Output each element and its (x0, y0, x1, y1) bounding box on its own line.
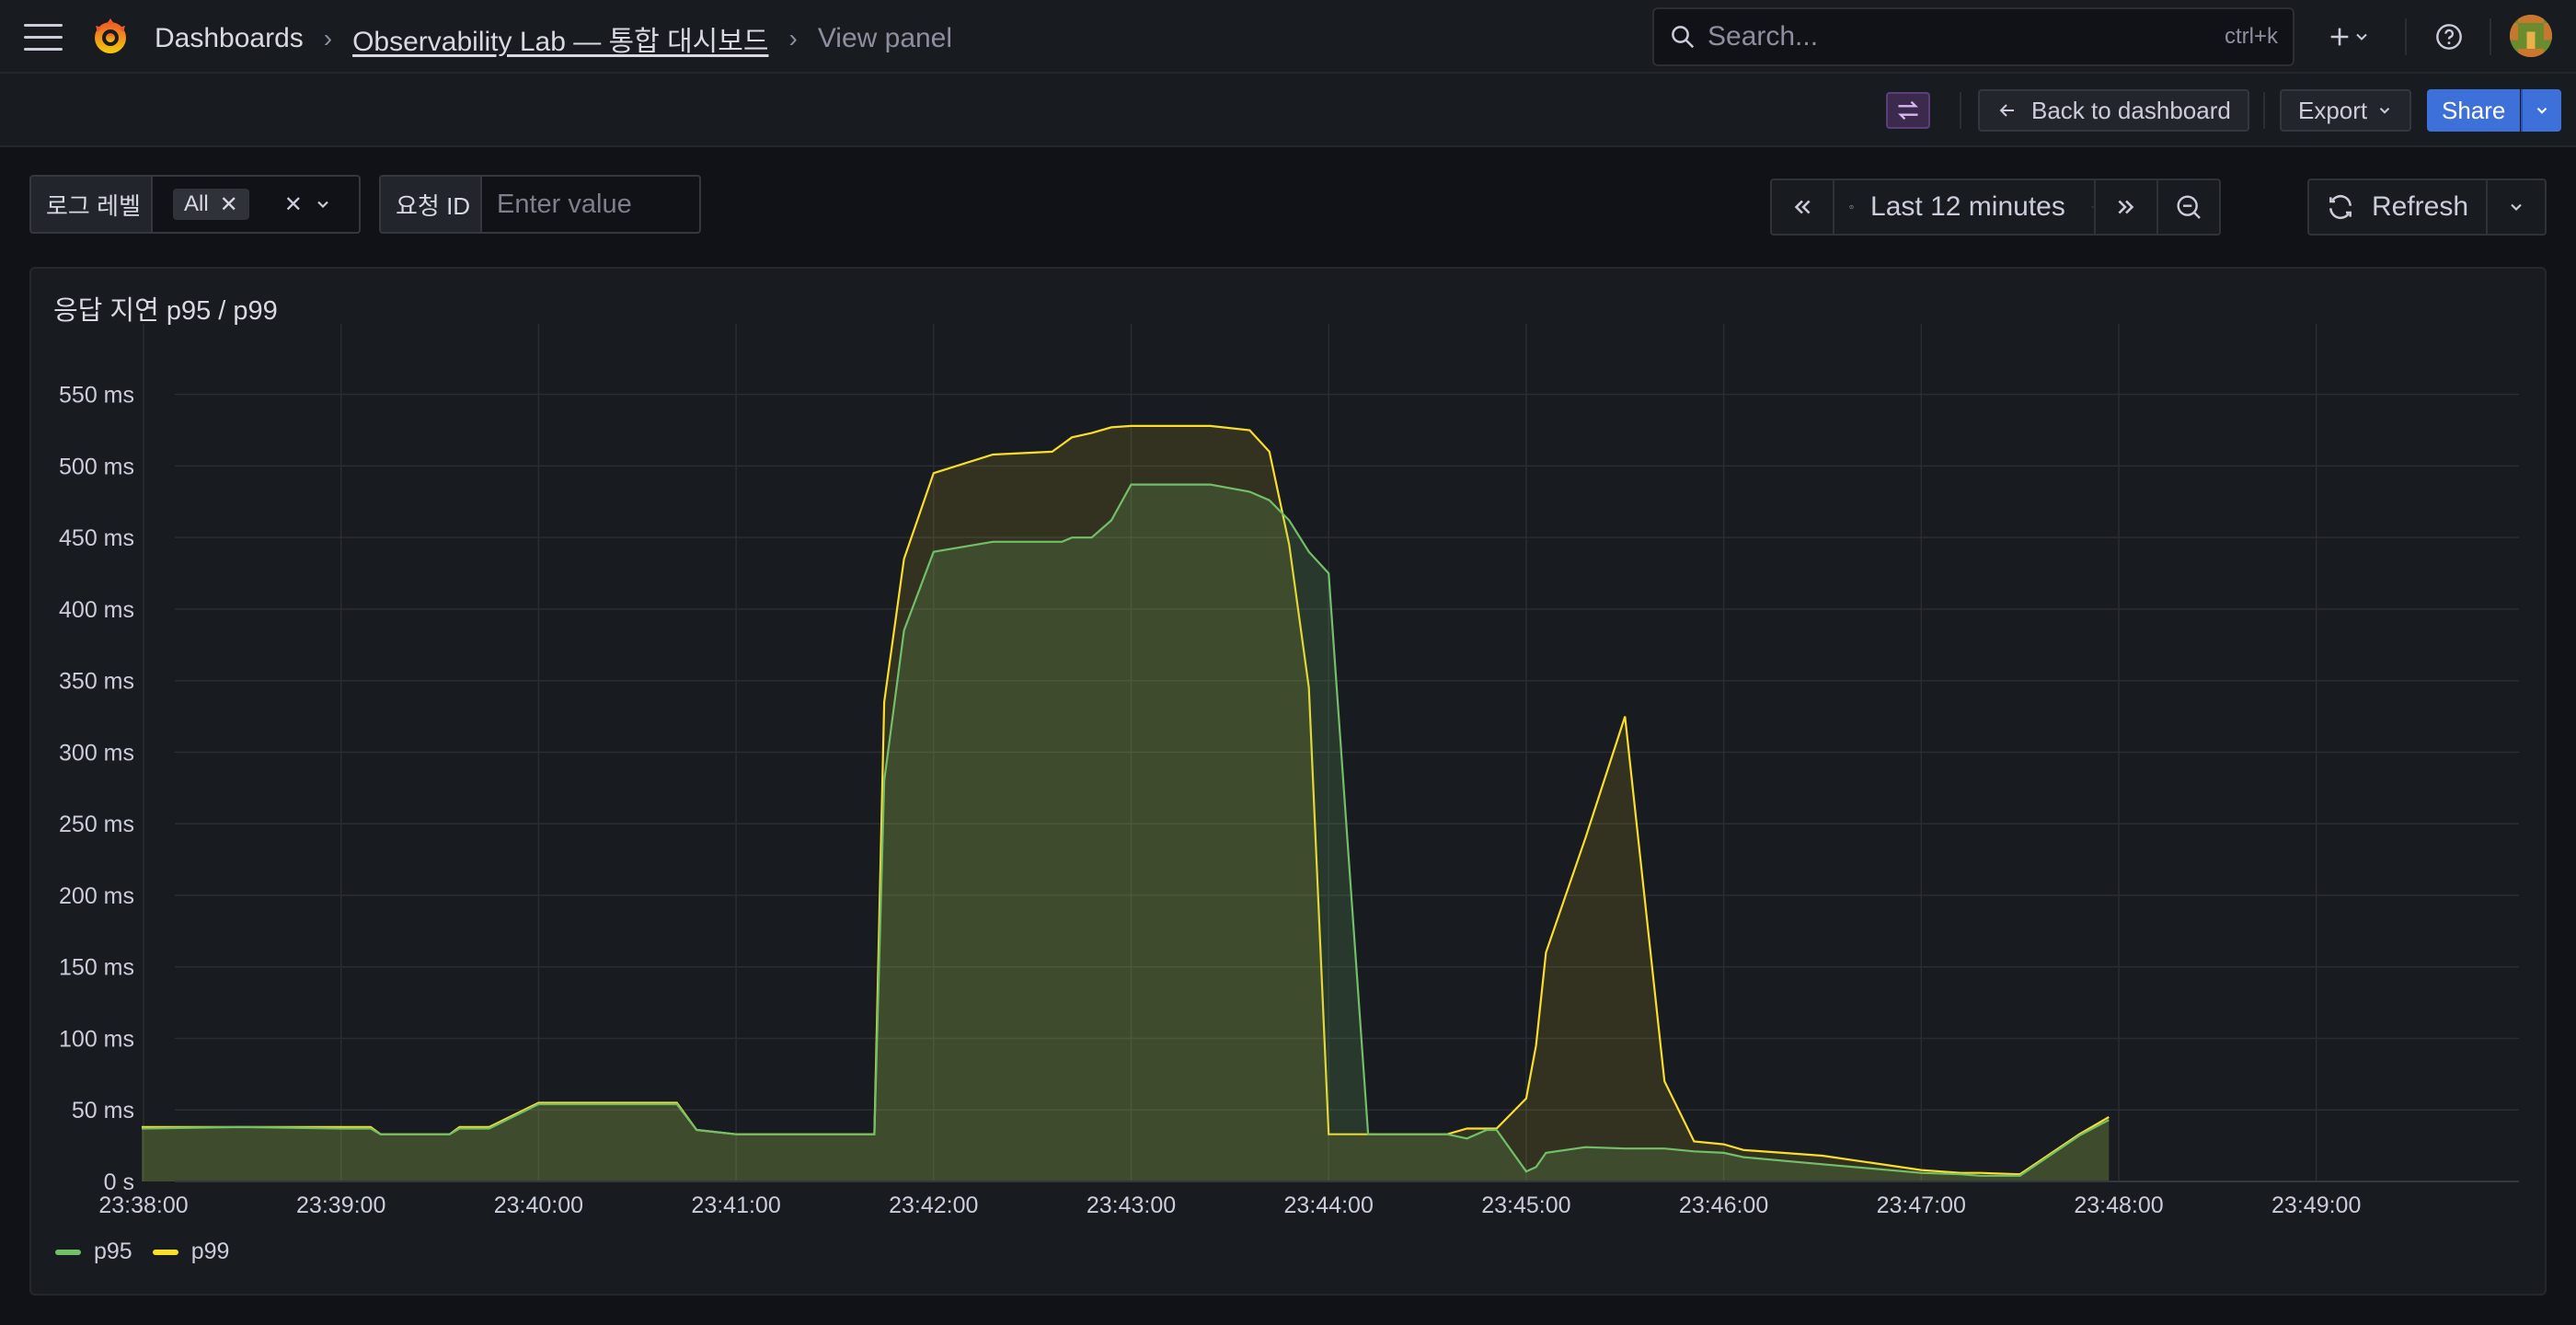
menu-icon[interactable] (24, 24, 63, 52)
legend-item-p95[interactable]: p95 (55, 1239, 132, 1265)
clock-icon (1849, 204, 1854, 210)
y-tick-label: 250 ms (59, 812, 134, 837)
search-input[interactable]: Search... ctrl+k (1652, 7, 2294, 66)
x-tick-label: 23:46:00 (1679, 1192, 1768, 1218)
export-button[interactable]: Export (2280, 89, 2412, 132)
chevron-down-icon (2379, 108, 2390, 114)
chevron-down-icon[interactable] (314, 195, 332, 213)
log-level-label: 로그 레벨 (29, 175, 157, 234)
divider (1960, 92, 1961, 129)
angle-double-right-icon (2118, 200, 2134, 214)
log-level-value: All (184, 191, 209, 216)
request-id-placeholder: Enter value (497, 189, 632, 219)
toggle-view-button[interactable] (1886, 92, 1930, 129)
y-tick-label: 200 ms (59, 883, 134, 909)
search-icon (1672, 26, 1695, 49)
divider (2405, 18, 2407, 55)
search-shortcut: ctrl+k (2224, 24, 2278, 49)
zoom-out-icon (2177, 195, 2201, 219)
y-tick-label: 400 ms (59, 597, 134, 623)
divider (2490, 18, 2491, 55)
clear-icon[interactable]: ✕ (284, 191, 303, 218)
y-tick-label: 550 ms (59, 383, 134, 409)
help-button[interactable] (2429, 17, 2469, 57)
series-p95-area (142, 484, 2110, 1181)
chevron-down-icon (2356, 33, 2367, 40)
x-tick-label: 23:48:00 (2074, 1192, 2163, 1218)
y-tick-label: 500 ms (59, 454, 134, 479)
arrow-left-icon (1999, 104, 2014, 117)
time-range-label: Last 12 minutes (1870, 191, 2065, 222)
x-tick-label: 23:43:00 (1087, 1192, 1176, 1218)
x-tick-label: 23:45:00 (1481, 1192, 1570, 1218)
refresh-label: Refresh (2372, 191, 2469, 222)
log-level-select[interactable]: All ✕ ✕ (151, 175, 361, 234)
x-tick-label: 23:44:00 (1284, 1192, 1374, 1218)
breadcrumb-current: View panel (817, 23, 953, 53)
grafana-logo[interactable] (88, 15, 132, 59)
top-nav-bar: Dashboards › Observability Lab — 통합 대시보드… (0, 0, 2576, 74)
time-range-picker[interactable]: Last 12 minutes (1833, 179, 2096, 236)
help-icon (2436, 24, 2462, 50)
y-tick-label: 450 ms (59, 525, 134, 551)
angle-double-left-icon (1794, 200, 1811, 214)
legend-swatch (55, 1249, 81, 1255)
x-tick-label: 23:47:00 (1877, 1192, 1966, 1218)
y-tick-label: 0 s (104, 1169, 134, 1195)
share-label: Share (2442, 96, 2506, 124)
search-placeholder: Search... (1708, 21, 1819, 52)
y-tick-label: 350 ms (59, 669, 134, 695)
time-shift-back-button[interactable] (1770, 179, 1834, 236)
back-to-dashboard-button[interactable]: Back to dashboard (1978, 89, 2249, 132)
chevron-down-icon (2511, 203, 2522, 212)
log-level-chip[interactable]: All ✕ (173, 189, 249, 220)
legend-item-p99[interactable]: p99 (152, 1239, 230, 1265)
legend-label: p95 (94, 1239, 132, 1264)
breadcrumb-dashboard-name[interactable]: Observability Lab — 통합 대시보드 (352, 18, 768, 59)
x-tick-label: 23:39:00 (296, 1192, 385, 1218)
chevron-right-icon: › (323, 24, 333, 52)
divider (2263, 92, 2265, 129)
time-shift-forward-button[interactable] (2094, 179, 2158, 236)
refresh-interval-button[interactable] (2486, 179, 2547, 236)
legend: p95 p99 (55, 1239, 229, 1265)
x-tick-label: 23:38:00 (98, 1192, 188, 1218)
plus-icon (2330, 28, 2349, 46)
legend-swatch (152, 1249, 178, 1255)
back-to-dashboard-label: Back to dashboard (2031, 96, 2231, 124)
x-tick-label: 23:42:00 (889, 1192, 978, 1218)
breadcrumb-dashboards[interactable]: Dashboards (155, 23, 304, 54)
timeseries-chart[interactable]: 0 s 50 ms 100 ms 150 ms 200 ms 250 ms 300 ms 35… (31, 269, 2545, 1226)
x-tick-label: 23:40:00 (494, 1192, 583, 1218)
panel-toolbar: Back to dashboard Export Share (0, 74, 2576, 147)
panel: 응답 지연 p95 / p99 0 s 50 ms 100 ms 150 ms 200 … (29, 267, 2547, 1296)
request-id-input[interactable]: Enter value (480, 175, 701, 234)
y-tick-label: 150 ms (59, 955, 134, 981)
sync-icon (2329, 194, 2352, 220)
y-tick-label: 50 ms (72, 1098, 134, 1123)
y-tick-label: 100 ms (59, 1026, 134, 1052)
share-options-button[interactable] (2521, 89, 2561, 132)
x-tick-label: 23:41:00 (691, 1192, 780, 1218)
request-id-label: 요청 ID (379, 175, 488, 234)
export-label: Export (2298, 96, 2368, 124)
zoom-out-button[interactable] (2156, 179, 2221, 236)
legend-label: p99 (190, 1239, 230, 1264)
refresh-button[interactable]: Refresh (2307, 179, 2488, 236)
x-tick-label: 23:49:00 (2271, 1192, 2361, 1218)
remove-chip-icon[interactable]: ✕ (220, 191, 238, 218)
chevron-down-icon (2536, 108, 2547, 114)
chevron-right-icon: › (788, 24, 798, 52)
add-new-button[interactable] (2320, 17, 2377, 57)
breadcrumb: Dashboards › Observability Lab — 통합 대시보드… (155, 18, 952, 59)
y-tick-label: 300 ms (59, 740, 134, 766)
share-button[interactable]: Share (2427, 89, 2521, 132)
swap-icon (1898, 100, 1918, 121)
avatar[interactable] (2510, 15, 2552, 57)
